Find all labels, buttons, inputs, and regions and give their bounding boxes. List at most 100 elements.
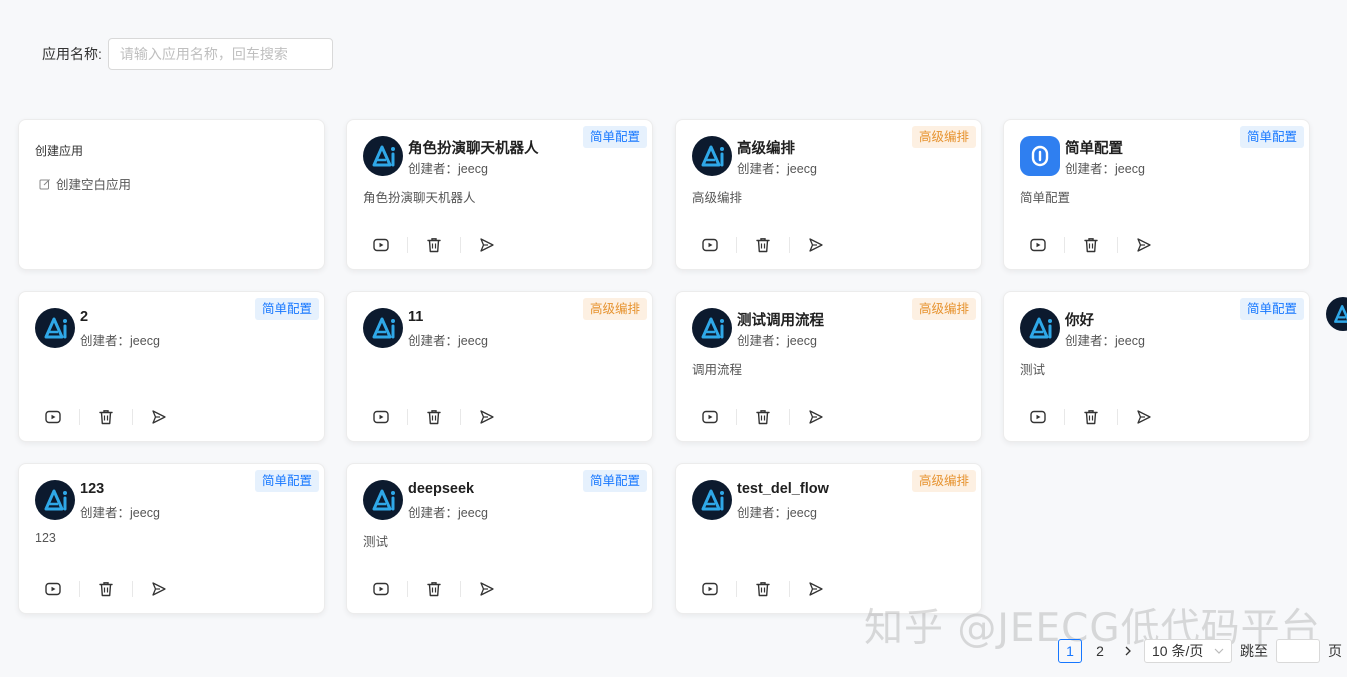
play-icon [372, 408, 390, 426]
app-creator: 创建者：jeecg [408, 158, 488, 177]
creator-name: jeecg [130, 506, 160, 520]
creator-name: jeecg [458, 506, 488, 520]
action-divider [736, 237, 737, 253]
creator-name: jeecg [787, 334, 817, 348]
page-2-button[interactable]: 2 [1088, 639, 1112, 663]
card-actions [1028, 407, 1154, 427]
create-blank-app-button[interactable]: 创建空白应用 [39, 174, 131, 193]
play-icon [701, 236, 719, 254]
delete-button[interactable] [753, 235, 773, 255]
create-blank-app-label: 创建空白应用 [56, 178, 132, 192]
card-actions [43, 579, 169, 599]
delete-button[interactable] [424, 407, 444, 427]
chevron-down-icon [1214, 648, 1224, 654]
ai-logo-icon [692, 480, 732, 520]
app-name: deepseek [408, 481, 475, 497]
card-actions [700, 235, 826, 255]
play-button[interactable] [1028, 235, 1048, 255]
creator-name: jeecg [1115, 334, 1145, 348]
search-label-colon: : [98, 46, 102, 62]
action-divider [736, 409, 737, 425]
creator-prefix: 创建者： [408, 162, 459, 176]
creator-prefix: 创建者： [737, 162, 788, 176]
action-divider [789, 237, 790, 253]
app-name: 简单配置 [1065, 141, 1123, 157]
app-card[interactable]: 测试调用流程 创建者：jeecg 调用流程 高级编排 [675, 291, 982, 442]
send-button[interactable] [477, 579, 497, 599]
card-actions [371, 235, 497, 255]
app-name: test_del_flow [737, 481, 829, 497]
app-card[interactable]: 123 创建者：jeecg 123 简单配置 [18, 463, 325, 614]
play-button[interactable] [700, 407, 720, 427]
delete-button[interactable] [1081, 407, 1101, 427]
next-page-button[interactable] [1118, 639, 1138, 663]
delete-button[interactable] [424, 579, 444, 599]
delete-button[interactable] [424, 235, 444, 255]
send-button[interactable] [1134, 235, 1154, 255]
create-app-title: 创建应用 [35, 144, 84, 158]
send-button[interactable] [806, 407, 826, 427]
action-divider [460, 409, 461, 425]
app-description: 测试 [363, 535, 389, 549]
play-icon [372, 580, 390, 598]
send-button[interactable] [149, 579, 169, 599]
play-button[interactable] [371, 579, 391, 599]
send-button[interactable] [806, 235, 826, 255]
delete-button[interactable] [96, 579, 116, 599]
app-card[interactable]: 2 创建者：jeecg 简单配置 [18, 291, 325, 442]
app-card[interactable]: 你好 创建者：jeecg 测试 简单配置 [1003, 291, 1310, 442]
delete-icon [1082, 408, 1100, 426]
play-icon [44, 580, 62, 598]
page-1-button[interactable]: 1 [1058, 639, 1082, 663]
jump-page-input[interactable] [1276, 639, 1320, 663]
delete-button[interactable] [753, 579, 773, 599]
delete-button[interactable] [753, 407, 773, 427]
play-button[interactable] [43, 407, 63, 427]
delete-button[interactable] [96, 407, 116, 427]
search-input[interactable] [107, 38, 333, 70]
action-divider [407, 581, 408, 597]
app-card[interactable]: 11 创建者：jeecg 高级编排 [346, 291, 653, 442]
search-label-text: 应用名称 [42, 46, 98, 62]
send-button[interactable] [149, 407, 169, 427]
pagination: 1 2 10 条/页 跳至 页 [1058, 639, 1342, 663]
send-icon [1135, 408, 1153, 426]
action-divider [407, 237, 408, 253]
creator-prefix: 创建者： [80, 334, 131, 348]
play-button[interactable] [43, 579, 63, 599]
page-size-select[interactable]: 10 条/页 [1144, 639, 1232, 663]
creator-prefix: 创建者： [1065, 162, 1116, 176]
app-creator: 创建者：jeecg [1065, 158, 1145, 177]
creator-name: jeecg [458, 334, 488, 348]
partial-avatar [1326, 297, 1347, 331]
creator-prefix: 创建者： [408, 506, 459, 520]
app-card[interactable]: 简单配置 创建者：jeecg 简单配置 简单配置 [1003, 119, 1310, 270]
play-icon [1029, 408, 1047, 426]
delete-button[interactable] [1081, 235, 1101, 255]
app-card[interactable]: deepseek 创建者：jeecg 测试 简单配置 [346, 463, 653, 614]
app-card[interactable]: 高级编排 创建者：jeecg 高级编排 高级编排 [675, 119, 982, 270]
send-button[interactable] [477, 235, 497, 255]
app-card[interactable]: 角色扮演聊天机器人 创建者：jeecg 角色扮演聊天机器人 简单配置 [346, 119, 653, 270]
delete-icon [1082, 236, 1100, 254]
edit-icon [39, 178, 50, 189]
send-button[interactable] [806, 579, 826, 599]
creator-name: jeecg [787, 506, 817, 520]
action-divider [407, 409, 408, 425]
play-button[interactable] [371, 407, 391, 427]
send-button[interactable] [477, 407, 497, 427]
app-name: 2 [80, 309, 89, 325]
action-divider [736, 581, 737, 597]
app-card[interactable]: test_del_flow 创建者：jeecg 高级编排 [675, 463, 982, 614]
send-button[interactable] [1134, 407, 1154, 427]
ai-logo-icon [692, 308, 732, 348]
play-button[interactable] [700, 579, 720, 599]
card-actions [43, 407, 169, 427]
play-button[interactable] [1028, 407, 1048, 427]
app-type-tag: 简单配置 [1239, 298, 1304, 320]
action-divider [460, 237, 461, 253]
play-button[interactable] [371, 235, 391, 255]
creator-prefix: 创建者： [1065, 334, 1116, 348]
search-label: 应用名称: [42, 44, 102, 64]
play-button[interactable] [700, 235, 720, 255]
